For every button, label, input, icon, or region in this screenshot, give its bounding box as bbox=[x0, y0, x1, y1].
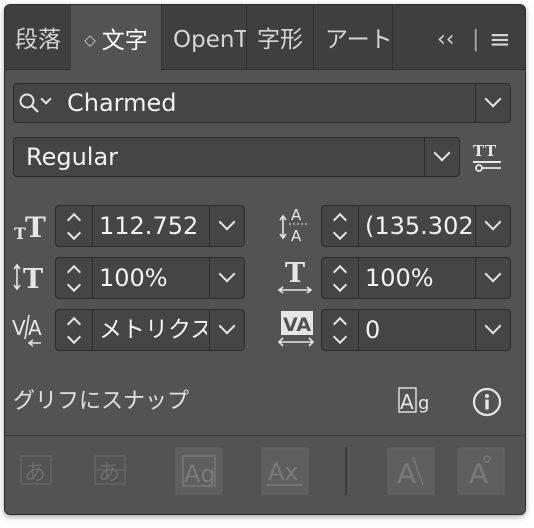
tracking-input[interactable]: 0 bbox=[358, 309, 476, 351]
panel-menu-icon[interactable]: ≡ bbox=[489, 5, 511, 69]
tracking-dropdown-button[interactable] bbox=[475, 309, 511, 351]
kerning-value: メトリクス bbox=[99, 317, 207, 343]
horizontal-scale-value: 100% bbox=[365, 264, 434, 292]
kerning-stepper[interactable] bbox=[55, 309, 93, 351]
svg-text:A: A bbox=[28, 316, 42, 340]
chevron-down-icon bbox=[484, 90, 502, 108]
snap-glyph-center-icon[interactable]: あ bbox=[93, 452, 129, 488]
svg-text:T: T bbox=[25, 211, 46, 243]
font-family-value: Charmed bbox=[67, 89, 177, 117]
font-size-value: 112.752 bbox=[99, 212, 199, 240]
font-size-icon: T T bbox=[14, 211, 46, 243]
snap-glyph-bounds-icon[interactable]: Ag bbox=[175, 447, 223, 495]
svg-text:V: V bbox=[12, 316, 26, 340]
vertical-scale-value: 100% bbox=[99, 264, 168, 292]
svg-text:T: T bbox=[485, 142, 497, 160]
horizontal-scale-stepper[interactable] bbox=[321, 257, 359, 299]
tab-paragraph[interactable]: 段落 bbox=[5, 5, 72, 69]
snap-anchor-icon[interactable]: A bbox=[457, 447, 505, 495]
vertical-scale-input[interactable]: 100% bbox=[92, 257, 210, 299]
snap-angular-icon[interactable]: A bbox=[387, 447, 435, 495]
font-size-stepper[interactable] bbox=[55, 205, 93, 247]
stepper-down-icon[interactable] bbox=[332, 277, 348, 293]
chevron-down-icon bbox=[218, 317, 236, 335]
tab-opentype[interactable]: OpenType bbox=[161, 5, 247, 69]
font-style-dropdown-button[interactable] bbox=[424, 138, 459, 176]
svg-text:VA: VA bbox=[283, 314, 311, 336]
stepper-down-icon[interactable] bbox=[66, 277, 82, 293]
leading-icon: A A bbox=[279, 206, 309, 245]
chevron-down-icon bbox=[484, 265, 502, 283]
tracking-stepper[interactable] bbox=[321, 309, 359, 351]
svg-text:g: g bbox=[418, 393, 429, 414]
leading-stepper[interactable] bbox=[321, 205, 359, 247]
tab-artboard[interactable]: アートボード bbox=[313, 5, 393, 69]
snap-glyph-center-label: あ bbox=[98, 461, 120, 486]
leading-input[interactable]: (135.302 bbox=[358, 205, 476, 247]
snap-glyph-bounds-label: Ag bbox=[184, 460, 216, 488]
tabbar-separator: | bbox=[472, 27, 480, 52]
svg-text:A: A bbox=[291, 227, 302, 245]
svg-text:T: T bbox=[23, 264, 43, 293]
stepper-down-icon[interactable] bbox=[66, 329, 82, 345]
tab-options-icon: ◇ bbox=[84, 31, 96, 49]
font-style-dropdown[interactable]: Regular bbox=[13, 137, 460, 177]
tracking-value: 0 bbox=[365, 316, 381, 344]
vertical-scale-dropdown-button[interactable] bbox=[209, 257, 245, 299]
search-icon bbox=[19, 93, 39, 113]
snap-proximity-icon[interactable]: Ax bbox=[261, 447, 309, 495]
kerning-input[interactable]: メトリクス bbox=[92, 309, 210, 351]
chevron-down-icon bbox=[433, 144, 451, 162]
collapse-panel-icon[interactable]: ‹‹ bbox=[437, 5, 455, 69]
stepper-down-icon[interactable] bbox=[332, 225, 348, 241]
horizontal-scale-input[interactable]: 100% bbox=[358, 257, 476, 299]
svg-text:A: A bbox=[291, 206, 302, 224]
font-family-dropdown-button[interactable] bbox=[475, 84, 510, 122]
leading-value: (135.302 bbox=[365, 212, 473, 240]
icon-group-divider bbox=[345, 447, 347, 495]
snap-angular-label: A bbox=[397, 457, 416, 490]
snap-to-glyph-label: グリフにスナップ bbox=[13, 389, 190, 414]
svg-text:T: T bbox=[473, 142, 485, 160]
vertical-scale-icon: T bbox=[13, 263, 43, 293]
tracking-icon: VA bbox=[277, 311, 315, 347]
leading-dropdown-button[interactable] bbox=[475, 205, 511, 247]
chevron-down-icon bbox=[484, 317, 502, 335]
tab-bar: 段落 ◇文字 OpenType 字形 アートボード ‹‹ | ≡ bbox=[5, 5, 525, 71]
stepper-down-icon[interactable] bbox=[332, 329, 348, 345]
tab-glyphs[interactable]: 字形 bbox=[247, 5, 314, 69]
info-icon[interactable] bbox=[471, 386, 503, 418]
touch-type-tool-icon[interactable]: T T bbox=[471, 141, 503, 173]
font-size-input[interactable]: 112.752 bbox=[92, 205, 210, 247]
search-options-chevron-icon[interactable] bbox=[40, 93, 52, 105]
svg-text:A: A bbox=[400, 390, 414, 414]
snap-proximity-label: Ax bbox=[268, 458, 299, 486]
section-divider bbox=[5, 435, 525, 436]
font-size-dropdown-button[interactable] bbox=[209, 205, 245, 247]
vertical-scale-stepper[interactable] bbox=[55, 257, 93, 299]
horizontal-scale-dropdown-button[interactable] bbox=[475, 257, 511, 299]
snap-glyph-options-icon[interactable]: A g bbox=[398, 385, 434, 417]
tab-character[interactable]: ◇ 文字 bbox=[71, 5, 162, 71]
chevron-down-icon bbox=[484, 213, 502, 231]
chevron-down-icon bbox=[218, 265, 236, 283]
kerning-icon: V A bbox=[12, 314, 42, 347]
snap-glyph-left-icon[interactable]: あ bbox=[19, 452, 55, 488]
chevron-down-icon bbox=[218, 213, 236, 231]
svg-text:T: T bbox=[285, 258, 305, 289]
font-family-dropdown[interactable]: Charmed bbox=[13, 83, 511, 123]
kerning-dropdown-button[interactable] bbox=[209, 309, 245, 351]
character-panel: 段落 ◇文字 OpenType 字形 アートボード ‹‹ | ≡ Charmed… bbox=[4, 4, 526, 515]
stepper-down-icon[interactable] bbox=[66, 225, 82, 241]
snap-glyph-left-label: あ bbox=[24, 461, 46, 486]
horizontal-scale-icon: T bbox=[277, 258, 313, 294]
font-style-value: Regular bbox=[26, 143, 119, 171]
